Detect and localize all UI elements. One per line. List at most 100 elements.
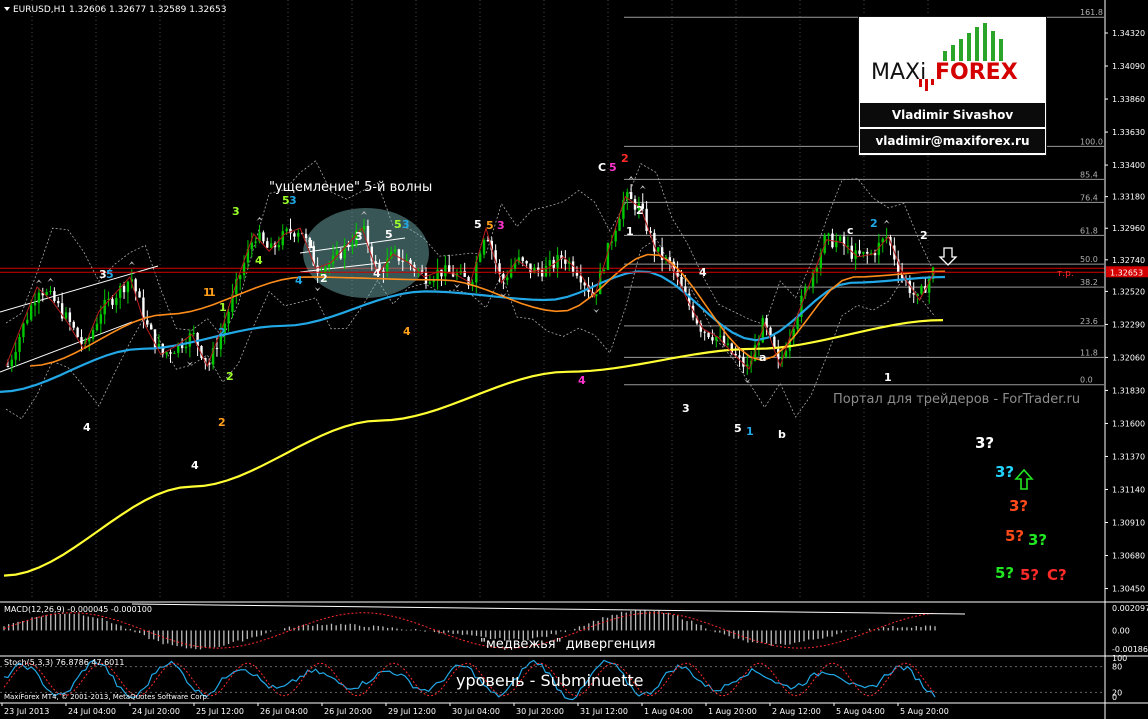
candle-body: [726, 343, 730, 345]
candle-body: [838, 236, 842, 241]
wave-label: 2: [920, 229, 928, 242]
pinch-annotation: "ущемление" 5-й волны: [269, 180, 432, 195]
time-tick-label: 31 Jul 12:00: [580, 707, 628, 716]
candle-body: [138, 291, 141, 298]
wave-label: 2: [218, 416, 226, 429]
candle-body: [614, 230, 617, 242]
candle-body: [602, 269, 606, 271]
wave-label: 3: [682, 402, 690, 415]
candle-body: [703, 331, 706, 333]
wave-label: 1: [208, 286, 216, 299]
time-tick-label: 23 Jul 2013: [4, 707, 49, 716]
candle-body: [436, 269, 439, 280]
wave-label: 5: [474, 218, 482, 231]
candle-body: [111, 298, 114, 305]
candle-body: [920, 286, 923, 294]
candle-body: [618, 218, 621, 231]
candle-body: [76, 327, 79, 338]
candle-body: [64, 312, 68, 319]
wave-label: 1: [884, 371, 892, 384]
wave-label: 4: [191, 459, 199, 472]
wave-label: C?: [1047, 566, 1067, 584]
symbol-header: EURUSD,H1 1.32606 1.32677 1.32589 1.3265…: [13, 5, 226, 15]
candle-body: [738, 355, 741, 357]
candle-body: [99, 314, 103, 324]
watermark-text: Портал для трейдеров - ForTrader.ru: [833, 392, 1080, 407]
candle-body: [184, 346, 188, 349]
candle-body: [215, 347, 219, 350]
candle-body: [478, 254, 482, 262]
wave-label: c: [847, 224, 854, 237]
price-tick-label: 1.32960: [1112, 224, 1145, 233]
candle-body: [134, 279, 137, 292]
wave-label: 4: [403, 325, 411, 338]
candle-body: [18, 337, 21, 352]
wave-label: 3: [355, 230, 363, 243]
candle-body: [401, 260, 404, 262]
wave-label: a: [759, 351, 766, 364]
candle-body: [629, 192, 633, 200]
time-tick-label: 24 Jul 20:00: [132, 707, 180, 716]
wave-label: 1: [626, 225, 634, 238]
wave-label: 3?: [1028, 531, 1047, 549]
wave-label: 4: [83, 421, 91, 434]
candle-body: [362, 226, 366, 230]
candle-body: [347, 244, 350, 248]
fibo-level-label: 61.8: [1080, 226, 1098, 235]
wave-label: 1: [746, 425, 754, 438]
time-tick-label: 1 Aug 20:00: [708, 707, 757, 716]
fibo-level-label: 161.8: [1080, 8, 1103, 17]
candle-body: [103, 300, 106, 315]
candle-body: [397, 249, 401, 261]
candle-body: [29, 305, 33, 320]
logo-brand-mark: MAXi FOREX: [871, 23, 1018, 91]
candle-body: [6, 366, 10, 368]
wave-label: b: [778, 428, 786, 441]
current-price-label: 1.32653: [1110, 268, 1143, 277]
candle-body: [328, 263, 331, 268]
author-email[interactable]: vladimir@maxiforex.ru: [860, 129, 1045, 153]
candle-body: [448, 265, 451, 273]
price-tick-label: 1.30680: [1112, 552, 1145, 561]
candle-body: [297, 232, 300, 237]
wave-label: 2: [218, 326, 226, 339]
candle-body: [862, 251, 865, 254]
wave-label: 4: [295, 274, 303, 287]
candle-body: [424, 272, 428, 284]
wave-label: 5: [106, 268, 114, 281]
candle-body: [95, 323, 99, 330]
wave-label: 3: [402, 218, 410, 231]
time-tick-label: 5 Aug 04:00: [836, 707, 885, 716]
time-tick-label: 26 Jul 20:00: [324, 707, 372, 716]
candle-body: [482, 239, 486, 255]
candle-body: [540, 270, 544, 277]
logo-brand-right: FOREX: [935, 60, 1018, 85]
candle-body: [80, 337, 83, 345]
wave-label: 4: [699, 266, 707, 279]
candle-body: [548, 260, 552, 266]
stochastic-header: Stoch(5,3,3) 76.8786 47.6011: [4, 658, 124, 667]
candle-body: [146, 320, 149, 325]
candle-body: [10, 359, 14, 367]
candle-body: [238, 275, 242, 280]
divergence-annotation: "медвежья" дивергенция: [480, 637, 656, 652]
wave-label: 5: [609, 161, 617, 174]
wave-label: 5: [486, 219, 494, 232]
wave-label: 3: [232, 205, 240, 218]
candle-body: [525, 261, 528, 264]
wave-label: 5?: [1005, 527, 1024, 545]
fibo-level-label: 23.6: [1080, 317, 1098, 326]
candle-body: [33, 302, 37, 306]
fibo-level-label: 100.0: [1080, 137, 1103, 146]
stoch-tick-label: 80: [1112, 663, 1122, 672]
time-tick-label: 30 Jul 04:00: [452, 707, 500, 716]
wave-label: 5: [734, 422, 742, 435]
candle-body: [26, 319, 29, 324]
macd-tick-label: 0.00: [1112, 626, 1130, 635]
candle-body: [91, 329, 95, 339]
time-tick-label: 29 Jul 12:00: [388, 707, 436, 716]
price-tick-label: 1.33630: [1112, 128, 1145, 137]
candle-body: [281, 231, 284, 246]
wave-label: 3?: [975, 434, 994, 452]
price-tick-label: 1.33180: [1112, 193, 1145, 202]
